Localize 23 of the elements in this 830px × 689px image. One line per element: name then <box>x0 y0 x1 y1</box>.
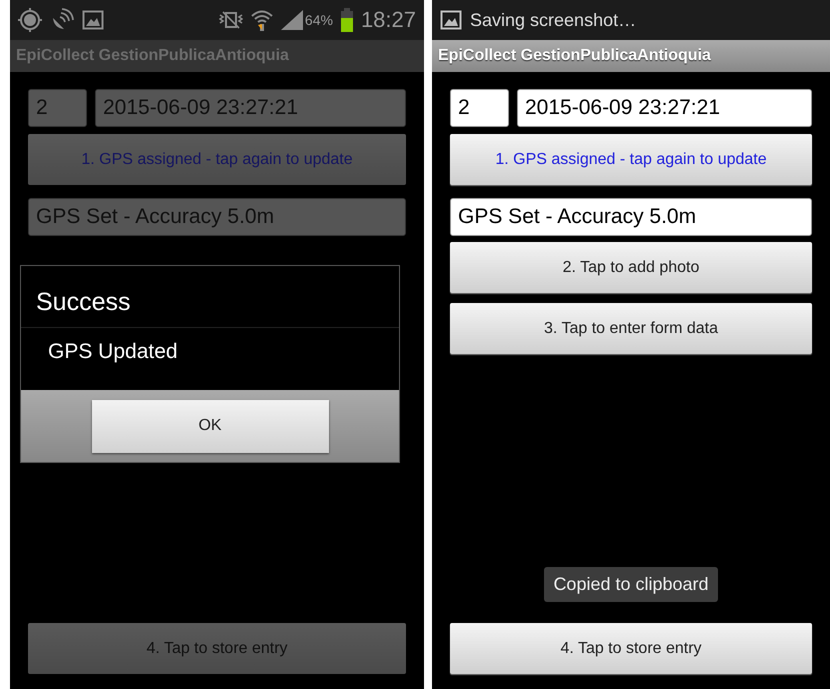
gps-status-field[interactable]: GPS Set - Accuracy 5.0m <box>450 198 812 236</box>
signal-icon <box>280 10 303 30</box>
notification-text: Saving screenshot… <box>470 10 636 30</box>
image-icon <box>440 10 462 30</box>
ok-button[interactable]: OK <box>92 400 328 452</box>
clock: 18:27 <box>360 7 416 33</box>
dialog-title: Success <box>35 287 132 318</box>
image-icon <box>82 10 104 30</box>
wifi-icon <box>250 9 273 31</box>
action-button[interactable]: 3. Tap to enter form data <box>450 303 812 354</box>
entry-number-field[interactable]: 2 <box>450 89 509 127</box>
timestamp-field[interactable]: 2015-06-09 23:27:21 <box>517 89 812 127</box>
battery-icon <box>340 8 353 32</box>
toast-message: Copied to clipboard <box>544 567 718 602</box>
store-entry-button[interactable]: 4. Tap to store entry <box>450 623 812 674</box>
satellite-icon <box>50 8 74 32</box>
action-button[interactable]: 2. Tap to add photo <box>450 242 812 293</box>
location-icon <box>18 8 42 32</box>
gps-button[interactable]: 1. GPS assigned - tap again to update <box>450 134 812 185</box>
app-title-bar: EpiCollect GestionPublicaAntioquia <box>432 40 830 72</box>
app-title-bar: EpiCollect GestionPublicaAntioquia <box>10 40 424 72</box>
mute-vibrate-icon <box>218 10 243 30</box>
battery-percentage: 64% <box>304 12 333 28</box>
